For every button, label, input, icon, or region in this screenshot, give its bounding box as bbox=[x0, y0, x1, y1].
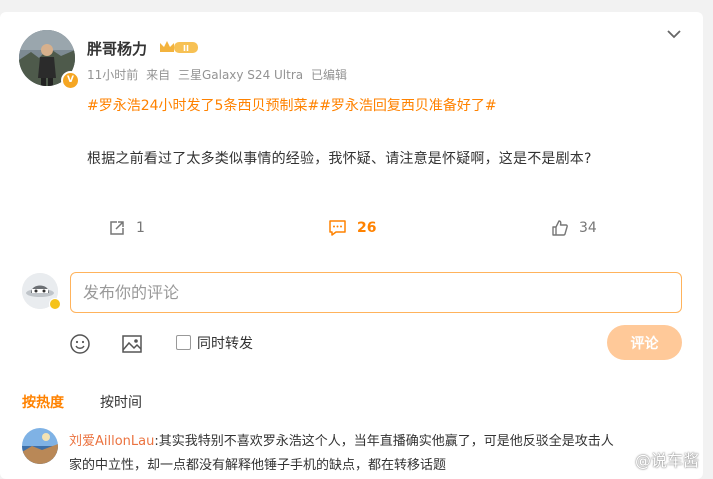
repost-checkbox[interactable] bbox=[176, 335, 191, 350]
comment-input[interactable] bbox=[70, 272, 682, 313]
hashtag-link[interactable]: #罗永浩回复西贝准备好了# bbox=[319, 98, 496, 114]
comment-button[interactable]: 26 bbox=[328, 218, 376, 238]
rank-crown-icon: II bbox=[160, 41, 198, 53]
image-icon[interactable] bbox=[121, 333, 143, 355]
author-name[interactable]: 胖哥杨力 bbox=[87, 38, 147, 59]
comment-text-1: :其实我特别不喜欢罗永浩这个人，当年直播确实他赢了，可是他反驳全是攻击人 bbox=[154, 434, 614, 449]
chevron-down-icon[interactable] bbox=[665, 25, 683, 43]
tab-sort-hot[interactable]: 按热度 bbox=[22, 392, 64, 412]
source-device: 三星Galaxy S24 Ultra bbox=[177, 68, 304, 82]
hashtag-link[interactable]: #罗永浩24小时发了5条西贝预制菜# bbox=[87, 98, 319, 114]
share-icon bbox=[110, 221, 124, 235]
weibo-logo-icon bbox=[612, 451, 632, 468]
submit-comment-button[interactable]: 评论 bbox=[607, 325, 682, 360]
verified-badge-icon: V bbox=[61, 71, 80, 90]
edited-label[interactable]: 已编辑 bbox=[311, 68, 347, 82]
watermark-text: @说车酱 bbox=[635, 451, 700, 470]
commenter-avatar[interactable] bbox=[22, 428, 58, 464]
rank-level: II bbox=[183, 44, 189, 53]
thumbs-up-icon bbox=[552, 220, 568, 236]
repost-count: 1 bbox=[136, 220, 145, 236]
watermark: @说车酱 bbox=[612, 447, 699, 471]
comment-count: 26 bbox=[357, 220, 377, 236]
tab-sort-time[interactable]: 按时间 bbox=[100, 392, 142, 412]
comment-icon bbox=[329, 220, 346, 236]
comment-line-1: 刘爱AillonLau:其实我特别不喜欢罗永浩这个人，当年直播确实他赢了，可是他… bbox=[69, 430, 614, 449]
post-text: 根据之前看过了太多类似事情的经验，我怀疑、请注意是怀疑啊，这是不是剧本? bbox=[87, 151, 592, 167]
commenter-name[interactable]: 刘爱AillonLau bbox=[69, 434, 154, 449]
comment-text-2: 家的中立性，却一点都没有解释他锤子手机的缺点，都在转移话题 bbox=[69, 458, 447, 473]
repost-button[interactable]: 1 bbox=[108, 218, 145, 238]
like-count: 34 bbox=[579, 220, 597, 236]
like-button[interactable]: 34 bbox=[551, 218, 597, 238]
repost-checkbox-label[interactable]: 同时转发 bbox=[197, 333, 253, 353]
hashtag-line: #罗永浩24小时发了5条西贝预制菜##罗永浩回复西贝准备好了# bbox=[87, 95, 497, 115]
source-prefix: 来自 bbox=[146, 68, 171, 82]
post-meta: 11小时前 来自 三星Galaxy S24 Ultra 已编辑 bbox=[87, 66, 351, 83]
post-time[interactable]: 11小时前 bbox=[87, 68, 138, 82]
emoji-icon[interactable] bbox=[69, 333, 91, 355]
member-badge-icon bbox=[49, 298, 61, 310]
